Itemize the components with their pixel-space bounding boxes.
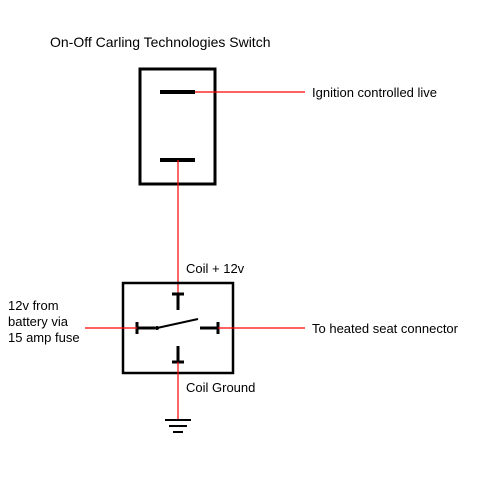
label-battery-in: 12v from battery via 15 amp fuse [8,298,80,346]
label-coil-ground: Coil Ground [186,380,255,395]
ground-icon [165,420,191,432]
diagram-svg [0,0,500,500]
wiring-diagram: On-Off Carling Technologies Switch Ignit… [0,0,500,500]
diagram-title: On-Off Carling Technologies Switch [50,34,270,50]
label-battery-in-l3: 15 amp fuse [8,330,80,346]
label-battery-in-l1: 12v from [8,298,80,314]
label-out: To heated seat connector [312,321,458,336]
label-battery-in-l2: battery via [8,314,80,330]
label-coil-plus: Coil + 12v [186,261,244,276]
label-ignition: Ignition controlled live [312,85,437,100]
relay-contact-arm [157,319,198,328]
